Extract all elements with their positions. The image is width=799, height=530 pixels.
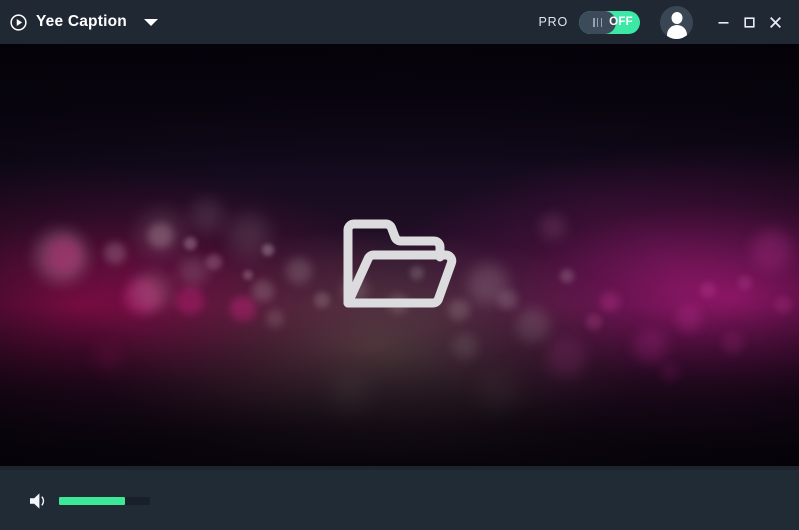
volume-slider[interactable] — [59, 497, 150, 505]
close-icon[interactable] — [762, 9, 788, 35]
toggle-state-label: OFF — [609, 16, 633, 28]
volume-slider-fill — [59, 497, 125, 505]
control-bar-divider — [0, 466, 799, 470]
video-stage[interactable] — [0, 44, 799, 466]
volume-control[interactable] — [27, 490, 150, 512]
window-controls — [710, 9, 799, 35]
control-bar: 关闭智能字幕 — [0, 466, 799, 530]
pro-toggle[interactable]: OFF — [579, 10, 640, 34]
title-bar: Yee Caption PRO OFF — [0, 0, 799, 44]
open-folder-icon[interactable] — [342, 217, 458, 309]
app-window: Yee Caption PRO OFF — [0, 0, 799, 530]
user-avatar-icon[interactable] — [660, 5, 693, 39]
title-bar-right: PRO OFF — [539, 0, 799, 44]
pro-label: PRO — [538, 15, 568, 29]
chevron-down-icon[interactable] — [144, 15, 159, 30]
minimize-icon[interactable] — [710, 9, 736, 35]
app-title: Yee Caption — [36, 13, 127, 30]
speaker-icon[interactable] — [27, 490, 50, 512]
maximize-icon[interactable] — [736, 9, 762, 35]
grip-icon — [593, 17, 602, 27]
play-circle-icon — [10, 13, 27, 31]
app-brand[interactable]: Yee Caption — [0, 0, 159, 44]
